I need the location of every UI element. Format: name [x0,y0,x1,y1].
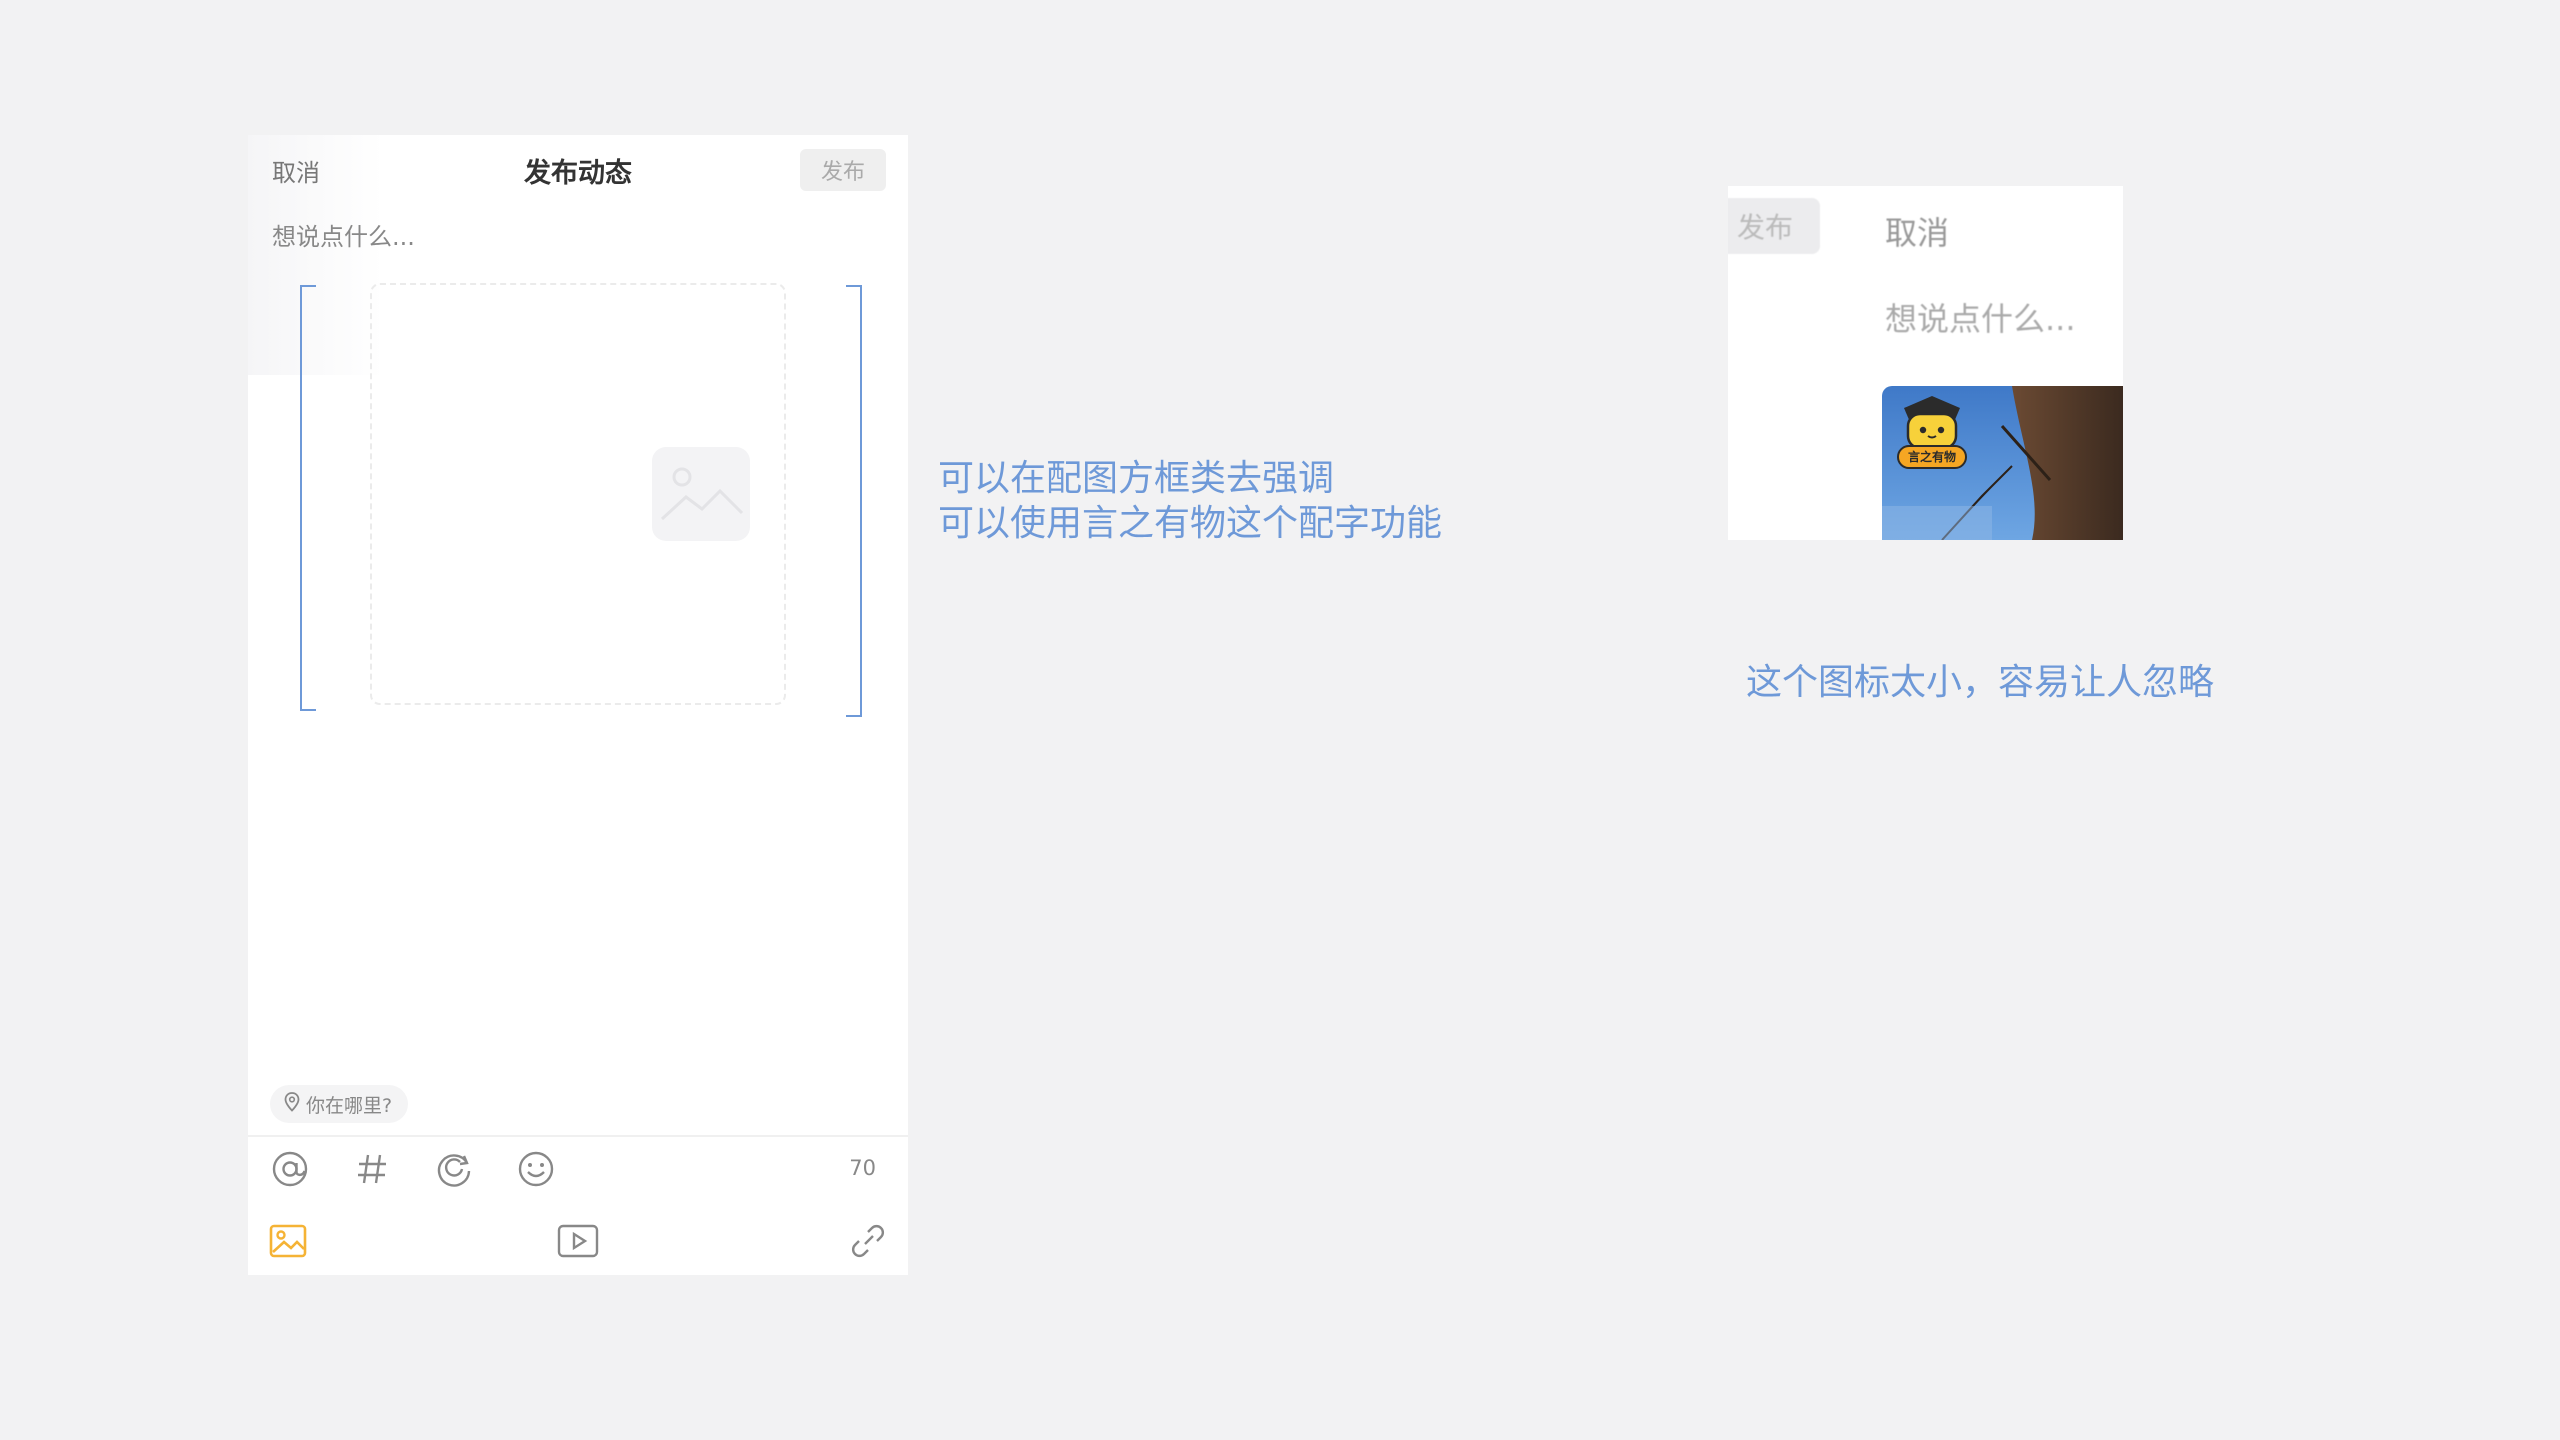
highlight-bracket-left [300,285,316,711]
mention-icon[interactable] [270,1149,310,1193]
post-text-input[interactable]: 想说点什么... [272,217,415,252]
annotation-image-box: 可以在配图方框类去强调 可以使用言之有物这个配字功能 [938,456,1442,546]
highlight-bracket-right [846,285,862,717]
video-picker-icon[interactable] [556,1221,600,1265]
annotation-line-2: 可以使用言之有物这个配字功能 [938,503,1443,544]
location-pin-icon [284,1091,300,1117]
image-placeholder-icon [652,447,750,541]
link-icon[interactable] [848,1221,888,1265]
location-label: 你在哪里? [306,1094,393,1117]
emoji-icon[interactable] [516,1149,556,1193]
publish-button[interactable]: 发布 [800,149,886,191]
top-bar: 取消 发布动态 发布 [248,135,908,203]
location-chip[interactable]: 你在哪里? [270,1085,409,1123]
zoomed-snapshot: 发布 取消 想说点什么... 言之有物 [1728,186,2123,540]
post-composer-screen: 取消 发布动态 发布 想说点什么... 你在哪里? 70 [248,135,908,1275]
sticker-text: 言之有物 [1907,450,1956,464]
annotation-icon-size: 这个图标太小，容易让人忽略 [1746,662,2215,703]
hashtag-icon[interactable] [352,1149,392,1193]
sticker-icon: 言之有物 [1894,392,1970,474]
snapshot-placeholder: 想说点什么... [1885,300,2076,338]
snapshot-cancel-label: 取消 [1885,214,1950,252]
toolbar-divider [248,1135,908,1137]
annotation-line-1: 可以在配图方框类去强调 [938,458,1335,499]
image-picker-icon[interactable] [268,1221,308,1265]
topic-refresh-icon[interactable] [434,1149,474,1193]
snapshot-publish-button: 发布 [1728,198,1820,254]
character-count: 70 [849,1156,876,1180]
